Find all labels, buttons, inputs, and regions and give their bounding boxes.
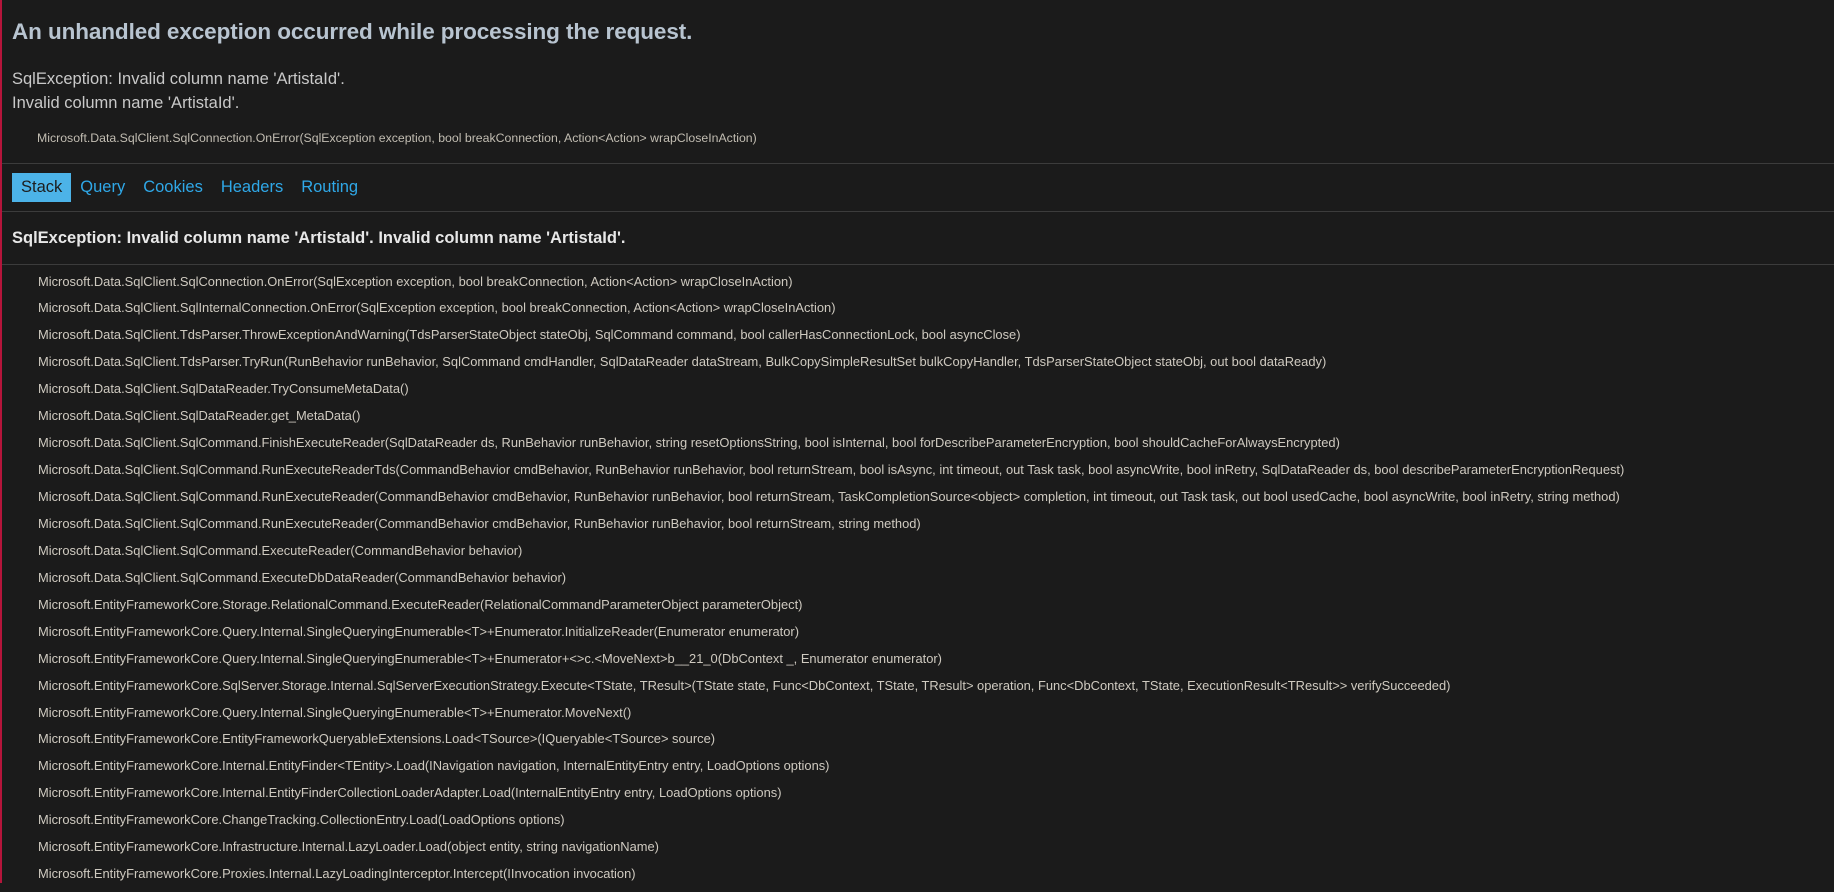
stack-frame-text: Microsoft.Data.SqlClient.TdsParser.TryRu… xyxy=(38,354,1327,370)
tab-query[interactable]: Query xyxy=(71,173,134,202)
stack-frame: Microsoft.Data.SqlClient.SqlCommand.Fini… xyxy=(2,434,1834,452)
stack-frame: Microsoft.Data.SqlClient.SqlCommand.Exec… xyxy=(2,569,1834,587)
stack-frame-text: Microsoft.Data.SqlClient.SqlCommand.RunE… xyxy=(38,515,921,531)
stack-frame-text: Microsoft.EntityFrameworkCore.SqlServer.… xyxy=(38,677,1451,693)
stack-frame: Microsoft.Data.SqlClient.SqlConnection.O… xyxy=(2,273,1834,291)
stack-frame-text: Microsoft.EntityFrameworkCore.Storage.Re… xyxy=(38,596,803,612)
tab-bar: Stack Query Cookies Headers Routing xyxy=(2,162,1834,213)
stack-frame-text: Microsoft.EntityFrameworkCore.Infrastruc… xyxy=(38,839,659,855)
stack-frame: Microsoft.Data.SqlClient.SqlInternalConn… xyxy=(2,299,1834,317)
stack-panel: SqlException: Invalid column name 'Artis… xyxy=(2,212,1834,883)
stack-frame: Microsoft.EntityFrameworkCore.Storage.Re… xyxy=(2,596,1834,614)
stack-frame-text: Microsoft.EntityFrameworkCore.EntityFram… xyxy=(38,731,716,747)
stack-frame-text: Microsoft.Data.SqlClient.SqlDataReader.g… xyxy=(38,408,361,424)
stack-frame: Microsoft.EntityFrameworkCore.Proxies.In… xyxy=(2,865,1834,883)
stack-frame-text: Microsoft.Data.SqlClient.SqlInternalConn… xyxy=(38,300,836,316)
stack-frame: Microsoft.Data.SqlClient.TdsParser.Throw… xyxy=(2,326,1834,344)
exception-top-frame-preview: Microsoft.Data.SqlClient.SqlConnection.O… xyxy=(37,130,757,145)
tab-list: Stack Query Cookies Headers Routing xyxy=(2,172,1834,203)
tab-routing[interactable]: Routing xyxy=(292,173,367,202)
stack-frame-text: Microsoft.Data.SqlClient.SqlConnection.O… xyxy=(38,273,793,289)
exception-header: An unhandled exception occurred while pr… xyxy=(2,0,1834,147)
page-title: An unhandled exception occurred while pr… xyxy=(12,19,693,44)
exception-summary: SqlException: Invalid column name 'Artis… xyxy=(12,68,1824,116)
stack-frame-text: Microsoft.Data.SqlClient.SqlCommand.Exec… xyxy=(38,542,523,558)
stack-frame-text: Microsoft.EntityFrameworkCore.Proxies.In… xyxy=(38,866,636,882)
stack-frame: Microsoft.Data.SqlClient.TdsParser.TryRu… xyxy=(2,353,1834,371)
tab-cookies[interactable]: Cookies xyxy=(134,173,212,202)
stack-frame-text: Microsoft.Data.SqlClient.SqlCommand.Fini… xyxy=(38,435,1340,451)
stack-frame-text: Microsoft.EntityFrameworkCore.Internal.E… xyxy=(38,758,830,774)
stack-heading: SqlException: Invalid column name 'Artis… xyxy=(12,229,626,248)
stack-frame-text: Microsoft.EntityFrameworkCore.Internal.E… xyxy=(38,785,782,801)
tab-headers-link[interactable]: Headers xyxy=(212,173,292,202)
stack-frame-text: Microsoft.EntityFrameworkCore.Query.Inte… xyxy=(38,650,942,666)
exception-summary-line-1: SqlException: Invalid column name 'Artis… xyxy=(12,70,345,89)
stack-frame-text: Microsoft.EntityFrameworkCore.Query.Inte… xyxy=(38,623,799,639)
tab-stack[interactable]: Stack xyxy=(12,172,72,203)
stack-frame-text: Microsoft.EntityFrameworkCore.ChangeTrac… xyxy=(38,812,565,828)
stack-frame: Microsoft.Data.SqlClient.SqlCommand.Exec… xyxy=(2,542,1834,560)
tab-stack-link[interactable]: Stack xyxy=(12,172,72,203)
tab-routing-link[interactable]: Routing xyxy=(292,173,367,202)
stack-frame: Microsoft.EntityFrameworkCore.SqlServer.… xyxy=(2,677,1834,695)
tab-cookies-link[interactable]: Cookies xyxy=(134,173,212,202)
stack-frame-text: Microsoft.Data.SqlClient.SqlCommand.RunE… xyxy=(38,489,1620,505)
stack-frame: Microsoft.EntityFrameworkCore.Query.Inte… xyxy=(2,650,1834,668)
tab-query-link[interactable]: Query xyxy=(71,173,134,202)
stack-frame: Microsoft.Data.SqlClient.SqlDataReader.T… xyxy=(2,380,1834,398)
stack-frame: Microsoft.Data.SqlClient.SqlCommand.RunE… xyxy=(2,488,1834,506)
stack-frame-list: Microsoft.Data.SqlClient.SqlConnection.O… xyxy=(2,265,1834,884)
stack-frame: Microsoft.EntityFrameworkCore.Infrastruc… xyxy=(2,838,1834,856)
stack-frame-text: Microsoft.Data.SqlClient.TdsParser.Throw… xyxy=(38,327,1021,343)
stack-frame: Microsoft.Data.SqlClient.SqlCommand.RunE… xyxy=(2,461,1834,479)
stack-frame-text: Microsoft.EntityFrameworkCore.Query.Inte… xyxy=(38,704,632,720)
stack-frame: Microsoft.EntityFrameworkCore.Query.Inte… xyxy=(2,623,1834,641)
stack-frame-text: Microsoft.Data.SqlClient.SqlCommand.Exec… xyxy=(38,569,567,585)
stack-frame: Microsoft.Data.SqlClient.SqlDataReader.g… xyxy=(2,407,1834,425)
stack-frame-text: Microsoft.Data.SqlClient.SqlCommand.RunE… xyxy=(38,462,1625,478)
stack-frame: Microsoft.EntityFrameworkCore.EntityFram… xyxy=(2,730,1834,748)
stack-frame-text: Microsoft.Data.SqlClient.SqlDataReader.T… xyxy=(38,381,409,397)
developer-exception-page: An unhandled exception occurred while pr… xyxy=(0,0,1834,884)
stack-frame: Microsoft.Data.SqlClient.SqlCommand.RunE… xyxy=(2,515,1834,533)
exception-summary-line-2: Invalid column name 'ArtistaId'. xyxy=(12,93,240,112)
stack-frame: Microsoft.EntityFrameworkCore.Internal.E… xyxy=(2,784,1834,802)
tab-headers[interactable]: Headers xyxy=(212,173,292,202)
stack-frame: Microsoft.EntityFrameworkCore.ChangeTrac… xyxy=(2,811,1834,829)
stack-frame: Microsoft.EntityFrameworkCore.Query.Inte… xyxy=(2,704,1834,722)
stack-frame: Microsoft.EntityFrameworkCore.Internal.E… xyxy=(2,757,1834,775)
